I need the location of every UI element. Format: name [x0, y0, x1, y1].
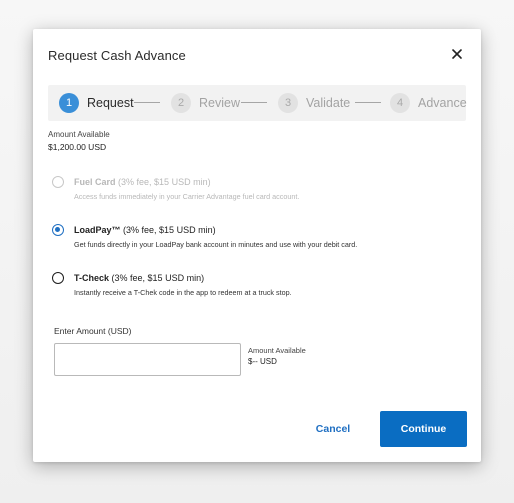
- input-amount-available-value: $-- USD: [248, 357, 277, 366]
- step-label: Request: [87, 96, 134, 110]
- continue-button[interactable]: Continue: [380, 411, 467, 447]
- option-title: T-Check (3% fee, $15 USD min): [74, 272, 204, 284]
- step-review: 2 Review: [171, 85, 240, 121]
- dialog-title: Request Cash Advance: [48, 48, 186, 63]
- step-validate: 3 Validate: [278, 85, 350, 121]
- input-amount-available-label: Amount Available: [248, 346, 306, 355]
- progress-stepper: 1 Request 2 Review 3 Validate 4 Advance: [48, 85, 467, 121]
- enter-amount-label: Enter Amount (USD): [54, 326, 132, 336]
- option-description: Get funds directly in your LoadPay bank …: [74, 240, 358, 249]
- option-title: Fuel Card (3% fee, $15 USD min): [74, 176, 211, 188]
- option-fee: (3% fee, $15 USD min): [118, 177, 211, 187]
- step-number: 2: [171, 93, 191, 113]
- step-label: Validate: [306, 96, 351, 110]
- step-request: 1 Request: [59, 85, 134, 121]
- step-label: Review: [199, 96, 240, 110]
- option-fee: (3% fee, $15 USD min): [123, 225, 216, 235]
- step-connector: [241, 102, 267, 103]
- page-background: Request Cash Advance 1 Request 2 Review …: [0, 0, 514, 503]
- option-title: LoadPay™ (3% fee, $15 USD min): [74, 224, 216, 236]
- option-name: T-Check: [74, 273, 110, 283]
- option-description: Access funds immediately in your Carrier…: [74, 192, 300, 201]
- request-cash-advance-dialog: Request Cash Advance 1 Request 2 Review …: [33, 29, 481, 462]
- step-connector: [134, 102, 160, 103]
- option-fee: (3% fee, $15 USD min): [111, 273, 205, 283]
- option-description: Instantly receive a T-Chek code in the a…: [74, 288, 292, 297]
- amount-available-value: $1,200.00 USD: [48, 142, 107, 152]
- step-number: 4: [390, 93, 410, 113]
- amount-available-label: Amount Available: [48, 130, 110, 139]
- step-advance: 4 Advance: [390, 85, 467, 121]
- amount-input[interactable]: [54, 343, 241, 376]
- step-number: 3: [278, 93, 298, 113]
- option-name: Fuel Card: [74, 177, 116, 187]
- t-check-radio[interactable]: [52, 272, 64, 284]
- step-number: 1: [59, 93, 79, 113]
- option-name: LoadPay™: [74, 225, 121, 235]
- close-icon: [452, 49, 462, 59]
- cancel-button[interactable]: Cancel: [305, 415, 361, 443]
- close-button[interactable]: [450, 47, 464, 61]
- fuel-card-radio: [52, 176, 64, 188]
- step-label: Advance: [418, 96, 467, 110]
- step-connector: [355, 102, 381, 103]
- loadpay-radio[interactable]: [52, 224, 64, 236]
